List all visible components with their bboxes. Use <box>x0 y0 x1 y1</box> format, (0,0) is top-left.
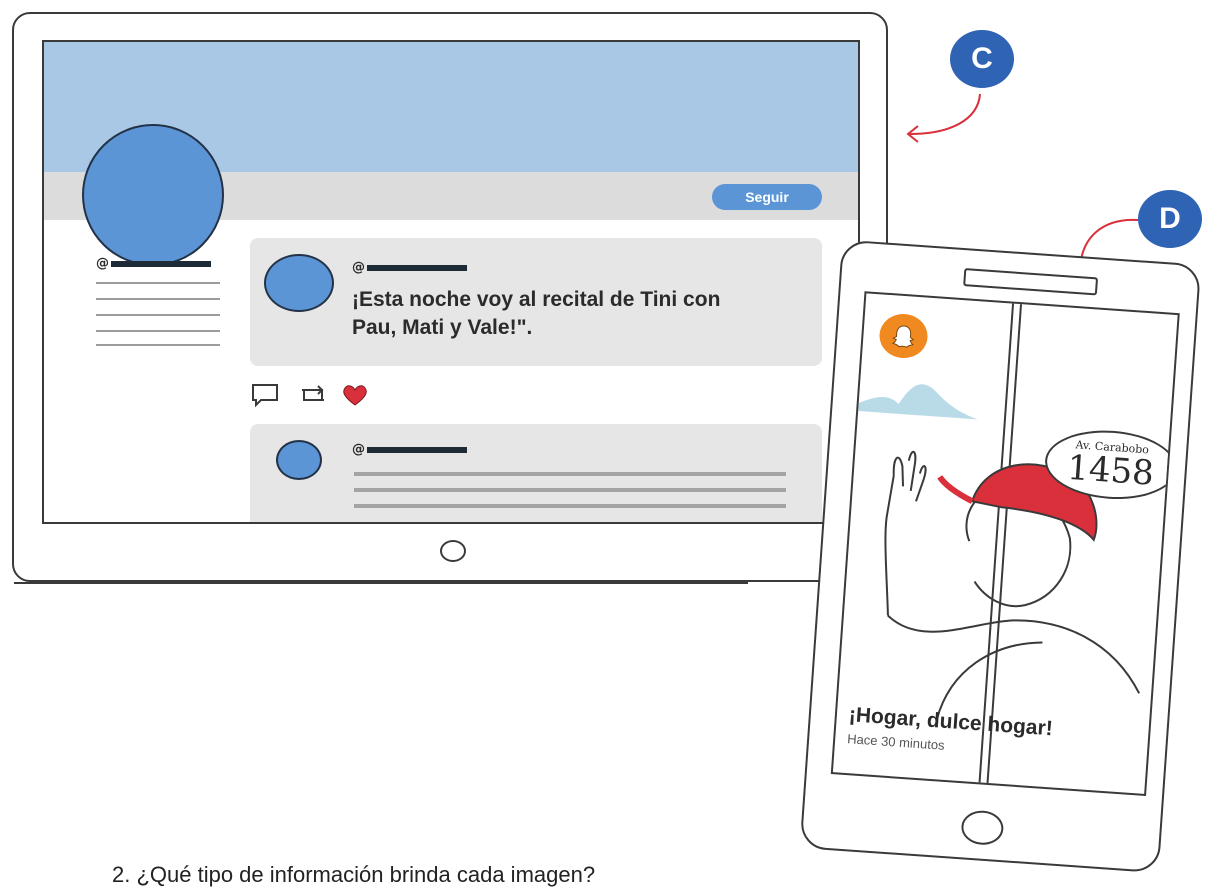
at-sign: @ <box>352 442 365 457</box>
tablet-edge-line <box>14 582 748 584</box>
post-handle: @ <box>352 260 467 275</box>
story-timestamp: Hace 30 minutos <box>846 731 946 753</box>
text-placeholder-line <box>354 504 786 508</box>
social-profile-screen: Seguir @ @ ¡Esta noche voy al recital de… <box>42 40 860 524</box>
comment-icon[interactable] <box>250 382 280 408</box>
redacted-handle <box>111 260 211 267</box>
post-card[interactable]: @ ¡Esta noche voy al recital de Tini con… <box>250 238 822 366</box>
profile-avatar[interactable] <box>82 124 224 266</box>
follow-button[interactable]: Seguir <box>712 184 822 210</box>
heart-icon[interactable] <box>340 382 370 408</box>
bio-line <box>96 282 220 284</box>
redacted-handle <box>367 446 467 453</box>
post-card[interactable]: @ <box>250 424 822 522</box>
bio-line <box>96 314 220 316</box>
curved-arrow-icon <box>906 93 981 143</box>
post-text-line: ¡Esta noche voy al recital de Tini con <box>352 288 721 311</box>
question-text: 2. ¿Qué tipo de información brinda cada … <box>112 862 596 887</box>
post-avatar[interactable] <box>264 254 334 312</box>
tablet-home-button[interactable] <box>440 540 466 562</box>
story-screen: Av. Carabobo 1458 ¡Hogar, dulce hogar! H… <box>830 291 1180 797</box>
text-placeholder-line <box>354 472 786 476</box>
redacted-handle <box>367 264 467 271</box>
label-c-badge: C <box>950 30 1014 88</box>
phone-device: Av. Carabobo 1458 ¡Hogar, dulce hogar! H… <box>799 239 1216 885</box>
bio-line <box>96 330 220 332</box>
at-sign: @ <box>352 260 365 275</box>
snapchat-ghost-icon[interactable] <box>878 312 929 360</box>
profile-handle: @ <box>96 256 211 271</box>
at-sign: @ <box>96 256 109 271</box>
retweet-icon[interactable] <box>298 382 328 408</box>
bio-line <box>96 344 220 346</box>
post-avatar[interactable] <box>276 440 322 480</box>
post-text-line: Pau, Mati y Vale!". <box>352 316 533 339</box>
post-handle: @ <box>352 442 467 457</box>
text-placeholder-line <box>354 488 786 492</box>
label-d-badge: D <box>1138 190 1202 248</box>
post-text: ¡Esta noche voy al recital de Tini con P… <box>352 286 792 342</box>
bio-line <box>96 298 220 300</box>
